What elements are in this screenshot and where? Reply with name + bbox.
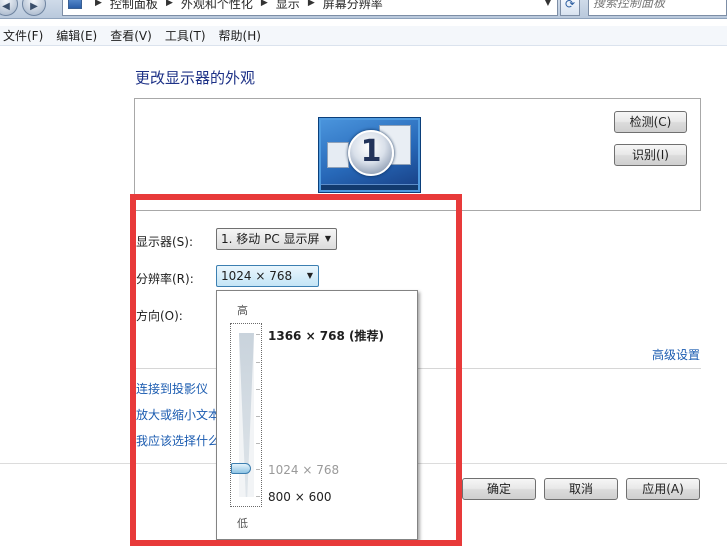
slider-thumb-icon[interactable] [231,463,251,474]
breadcrumb-control-panel[interactable]: 控制面板 [110,0,158,12]
resolution-select-value: 1024 × 768 [221,269,293,283]
slider-tick [256,362,260,363]
refresh-button[interactable]: ⟳ [560,0,580,16]
chevron-right-icon: ▶ [260,0,268,8]
back-button[interactable]: ◀ [0,0,18,16]
cancel-button[interactable]: 取消 [544,478,618,500]
resolution-label: 分辨率(R): [136,272,194,286]
screen-resolution-window: ◀ ▶ ▶ 控制面板 ▶ 外观和个性化 ▶ 显示 ▶ 屏幕分辨率 ▼ ⟳ 文件(… [0,0,727,549]
ok-button[interactable]: 确定 [462,478,536,500]
which-setting-link[interactable]: 我应该选择什么 [136,432,220,449]
forward-arrow-icon: ▶ [30,1,38,12]
slider-low-label: 低 [237,517,248,530]
address-bar[interactable]: ▶ 控制面板 ▶ 外观和个性化 ▶ 显示 ▶ 屏幕分辨率 ▼ [62,0,558,16]
breadcrumb-screen-resolution[interactable]: 屏幕分辨率 [323,0,383,12]
slider-tick [256,389,260,390]
detect-button[interactable]: 检测(C) [614,111,687,133]
slider-tick [256,496,260,497]
breadcrumb: ▶ 控制面板 ▶ 外观和个性化 ▶ 显示 ▶ 屏幕分辨率 [87,0,383,11]
refresh-icon: ⟳ [564,0,576,11]
chevron-right-icon: ▶ [307,0,315,8]
search-box[interactable] [588,0,727,16]
display-select-value: 1. 移动 PC 显示屏 [221,232,320,246]
monitor-icon[interactable]: 1 [319,118,420,192]
display-select[interactable]: 1. 移动 PC 显示屏 ▼ [216,228,337,250]
connect-projector-link[interactable]: 连接到投影仪（ [136,380,220,397]
chevron-down-icon[interactable]: ▼ [545,0,551,7]
resolution-select[interactable]: 1024 × 768 ▼ [216,265,319,287]
text-size-link[interactable]: 放大或缩小文本 [136,406,220,423]
slider-tick [256,334,260,335]
orientation-label: 方向(O): [136,309,183,323]
apply-button[interactable]: 应用(A) [626,478,700,500]
breadcrumb-display[interactable]: 显示 [276,0,300,12]
resolution-option-1366[interactable]: 1366 × 768 (推荐) [268,327,384,344]
menu-edit[interactable]: 编辑(E) [53,27,105,44]
menu-tools[interactable]: 工具(T) [162,27,214,44]
monitor-number-badge: 1 [348,130,394,176]
menu-bar: 文件(F) 编辑(E) 查看(V) 工具(T) 帮助(H) [0,26,727,46]
control-panel-icon [68,0,82,9]
identify-button[interactable]: 识别(I) [614,144,687,166]
resolution-option-800[interactable]: 800 × 600 [268,490,332,504]
slider-tick [256,469,260,470]
address-toolbar: ◀ ▶ ▶ 控制面板 ▶ 外观和个性化 ▶ 显示 ▶ 屏幕分辨率 ▼ ⟳ [0,0,727,19]
page-title: 更改显示器的外观 [135,69,256,87]
dropdown-arrow-icon: ▼ [306,271,313,280]
search-input[interactable] [593,0,723,11]
advanced-settings-link[interactable]: 高级设置 [652,346,700,363]
back-arrow-icon: ◀ [2,1,10,12]
chevron-right-icon: ▶ [95,0,102,8]
dropdown-arrow-icon: ▼ [324,234,331,243]
chevron-right-icon: ▶ [165,0,173,8]
menu-file[interactable]: 文件(F) [0,27,51,44]
resolution-dropdown: 高 1366 × 768 (推荐) 1024 × 768 800 × 600 低 [216,290,418,540]
menu-view[interactable]: 查看(V) [107,27,160,44]
breadcrumb-appearance[interactable]: 外观和个性化 [181,0,253,12]
slider-tick [256,443,260,444]
menu-help[interactable]: 帮助(H) [216,27,269,44]
display-label: 显示器(S): [136,235,194,249]
slider-tick [256,416,260,417]
forward-button[interactable]: ▶ [22,0,46,16]
resolution-option-1024[interactable]: 1024 × 768 [268,463,339,477]
slider-high-label: 高 [237,304,248,317]
